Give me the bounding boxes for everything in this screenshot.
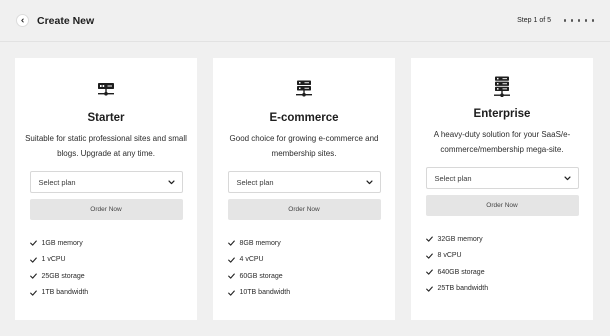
back-button[interactable]	[16, 14, 29, 27]
list-item: 8GB memory	[227, 235, 381, 252]
feature-label: 8GB memory	[239, 239, 281, 247]
plan-description: A heavy-duty solution for your SaaS/e-co…	[433, 130, 571, 154]
list-item: 1GB memory	[29, 235, 183, 252]
plan-description: Suitable for static professional sites a…	[25, 134, 187, 158]
step-dots	[559, 19, 594, 22]
plan-cards: Starter Suitable for static professional…	[15, 58, 596, 320]
feature-label: 1TB bandwidth	[41, 289, 89, 297]
check-icon	[227, 273, 236, 279]
list-item: 8 vCPU	[425, 248, 579, 265]
chevron-down-icon	[365, 179, 373, 184]
check-icon	[425, 253, 434, 259]
chevron-down-icon	[167, 179, 175, 184]
step-dot	[577, 19, 580, 22]
list-item: 1 vCPU	[29, 252, 183, 269]
chevron-down-icon	[563, 175, 571, 180]
feature-label: 60GB storage	[239, 272, 283, 280]
check-icon	[425, 236, 434, 242]
check-icon	[425, 286, 434, 292]
feature-label: 8 vCPU	[437, 252, 462, 260]
step-dot	[591, 19, 594, 22]
plan-name: Enterprise	[473, 108, 531, 120]
header-left: Create New	[16, 14, 94, 27]
list-item: 60GB storage	[227, 268, 381, 285]
list-item: 25GB storage	[29, 268, 183, 285]
select-plan-dropdown[interactable]: Select plan	[425, 167, 579, 189]
server-icon	[97, 80, 115, 98]
server-icon	[493, 76, 511, 98]
list-item: 1TB bandwidth	[29, 285, 183, 302]
step-dot	[570, 19, 573, 22]
check-icon	[227, 257, 236, 263]
order-now-button[interactable]: Order Now	[227, 199, 381, 220]
list-item: 4 vCPU	[227, 252, 381, 269]
feature-list: 1GB memory 1 vCPU 25GB storage 1TB bandw…	[29, 235, 183, 302]
check-icon	[425, 269, 434, 275]
plan-card-enterprise: Enterprise A heavy-duty solution for you…	[411, 58, 593, 320]
plan-name: Starter	[87, 112, 125, 124]
feature-label: 32GB memory	[437, 235, 483, 243]
feature-label: 640GB storage	[437, 268, 485, 276]
feature-label: 25TB bandwidth	[437, 285, 489, 293]
order-now-button[interactable]: Order Now	[29, 199, 183, 220]
feature-label: 1GB memory	[41, 239, 83, 247]
select-plan-label: Select plan	[434, 173, 472, 183]
list-item: 25TB bandwidth	[425, 281, 579, 298]
page-header: Create New Step 1 of 5	[0, 0, 610, 42]
list-item: 32GB memory	[425, 231, 579, 248]
list-item: 10TB bandwidth	[227, 285, 381, 302]
server-icon	[295, 80, 313, 98]
check-icon	[29, 273, 38, 279]
feature-list: 32GB memory 8 vCPU 640GB storage 25TB ba…	[425, 231, 579, 298]
check-icon	[29, 290, 38, 296]
chevron-left-icon	[21, 18, 24, 23]
order-now-button[interactable]: Order Now	[425, 195, 579, 216]
select-plan-dropdown[interactable]: Select plan	[227, 171, 381, 193]
list-item: 640GB storage	[425, 264, 579, 281]
step-dot	[563, 19, 566, 22]
plan-description: Good choice for growing e-commerce and m…	[229, 134, 379, 158]
plan-name: E-commerce	[269, 112, 339, 124]
page-title: Create New	[37, 14, 95, 27]
step-dot	[584, 19, 587, 22]
check-icon	[227, 290, 236, 296]
feature-label: 10TB bandwidth	[239, 289, 291, 297]
feature-list: 8GB memory 4 vCPU 60GB storage 10TB band…	[227, 235, 381, 302]
select-plan-label: Select plan	[38, 177, 76, 187]
check-icon	[29, 257, 38, 263]
select-plan-dropdown[interactable]: Select plan	[29, 171, 183, 193]
plan-card-ecommerce: E-commerce Good choice for growing e-com…	[213, 58, 395, 320]
feature-label: 1 vCPU	[41, 256, 66, 264]
select-plan-label: Select plan	[236, 177, 274, 187]
plan-card-starter: Starter Suitable for static professional…	[15, 58, 197, 320]
check-icon	[227, 240, 236, 246]
feature-label: 25GB storage	[41, 272, 85, 280]
check-icon	[29, 240, 38, 246]
step-indicator: Step 1 of 5	[517, 17, 594, 24]
feature-label: 4 vCPU	[239, 256, 264, 264]
step-label: Step 1 of 5	[517, 17, 551, 24]
